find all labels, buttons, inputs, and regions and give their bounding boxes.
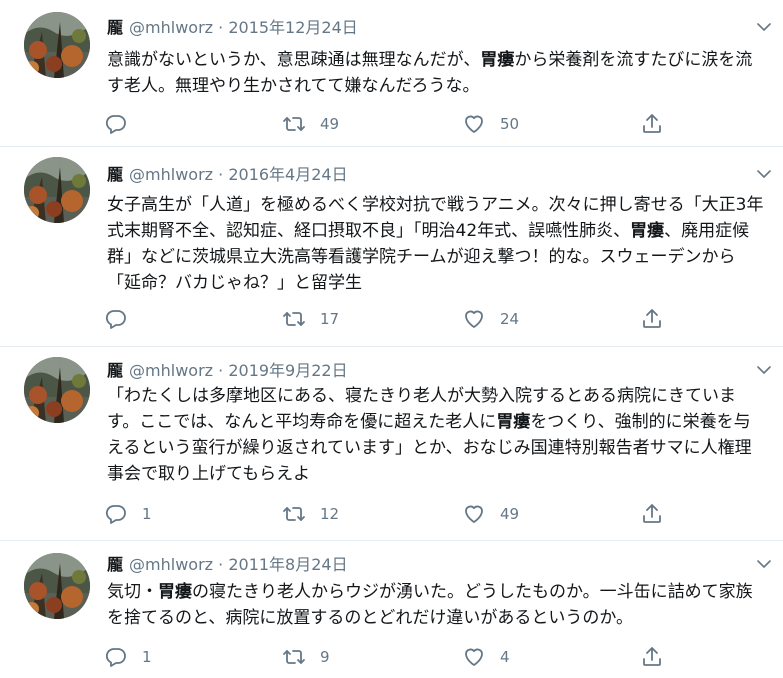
tweet-actions: 1 9 4 xyxy=(104,645,684,669)
user-handle[interactable]: @mhlworz xyxy=(129,165,213,184)
tweet-actions: 49 50 xyxy=(104,112,684,136)
avatar[interactable] xyxy=(24,12,90,78)
retweet-icon xyxy=(282,502,306,526)
reply-count: 1 xyxy=(142,505,152,523)
heart-icon xyxy=(462,112,486,136)
like-button[interactable]: 50 xyxy=(462,112,519,136)
reply-icon xyxy=(104,307,128,331)
display-name[interactable]: 龎 xyxy=(107,555,123,574)
like-count: 50 xyxy=(500,115,520,133)
chevron-down-icon[interactable] xyxy=(757,365,771,375)
highlight-term: 胃瘻 xyxy=(158,582,192,602)
user-handle[interactable]: @mhlworz xyxy=(129,361,213,380)
display-name[interactable]: 龎 xyxy=(107,361,123,380)
tweet-date[interactable]: 2016年4月24日 xyxy=(228,165,347,184)
tweet-text: 意識がないというか、意思疎通は無理なんだが、胃瘻から栄養剤を流すたびに涙を流す老… xyxy=(107,50,753,96)
tweet-date[interactable]: 2011年8月24日 xyxy=(228,555,347,574)
retweet-count: 9 xyxy=(320,648,330,666)
tweet-actions: 17 24 xyxy=(104,307,684,331)
reply-count: 1 xyxy=(142,648,152,666)
share-icon xyxy=(640,307,664,331)
like-count: 4 xyxy=(500,648,510,666)
reply-icon xyxy=(104,645,128,669)
separator: · xyxy=(218,361,224,380)
tweet-actions: 1 12 49 xyxy=(104,502,684,526)
heart-icon xyxy=(462,307,486,331)
retweet-button[interactable]: 12 xyxy=(282,502,339,526)
tweet-text: 女子高生が「人道」を極めるべく学校対抗で戦うアニメ。次々に押し寄せる「大正3年式… xyxy=(107,195,764,293)
share-icon xyxy=(640,502,664,526)
like-count: 24 xyxy=(500,310,520,328)
display-name[interactable]: 龎 xyxy=(107,18,123,37)
heart-icon xyxy=(462,645,486,669)
chevron-down-icon[interactable] xyxy=(757,22,771,32)
chevron-down-icon[interactable] xyxy=(757,559,771,569)
avatar[interactable] xyxy=(24,357,90,423)
retweet-icon xyxy=(282,307,306,331)
separator: · xyxy=(218,165,224,184)
user-handle[interactable]: @mhlworz xyxy=(129,18,213,37)
retweet-button[interactable]: 9 xyxy=(282,645,330,669)
share-icon xyxy=(640,645,664,669)
share-button[interactable] xyxy=(640,307,664,331)
reply-button[interactable]: 1 xyxy=(104,645,152,669)
separator: · xyxy=(218,555,224,574)
retweet-icon xyxy=(282,112,306,136)
highlight-term: 胃瘻 xyxy=(630,221,665,241)
tweet-header: 龎 @mhlworz · 2015年12月24日 xyxy=(107,18,358,38)
reply-button[interactable] xyxy=(104,112,142,136)
retweet-count: 17 xyxy=(320,310,340,328)
share-button[interactable] xyxy=(640,502,664,526)
tweet-date[interactable]: 2015年12月24日 xyxy=(228,18,357,37)
like-count: 49 xyxy=(500,505,520,523)
reply-icon xyxy=(104,502,128,526)
tweet[interactable]: 龎 @mhlworz · 2015年12月24日 意識がないというか、意思疎通は無… xyxy=(0,0,783,147)
like-button[interactable]: 24 xyxy=(462,307,519,331)
tweet-header: 龎 @mhlworz · 2016年4月24日 xyxy=(107,165,348,185)
user-handle[interactable]: @mhlworz xyxy=(129,555,213,574)
retweet-button[interactable]: 49 xyxy=(282,112,339,136)
tweet[interactable]: 龎 @mhlworz · 2019年9月22日 「わたくしは多摩地区にある、寝たき… xyxy=(0,347,783,541)
retweet-count: 12 xyxy=(320,505,340,523)
share-icon xyxy=(640,112,664,136)
separator: · xyxy=(218,18,224,37)
retweet-icon xyxy=(282,645,306,669)
chevron-down-icon[interactable] xyxy=(757,169,771,179)
tweet-text: 「わたくしは多摩地区にある、寝たきり老人が大勢入院するとある病院にきています。こ… xyxy=(107,386,752,484)
tweet[interactable]: 龎 @mhlworz · 2016年4月24日 女子高生が「人道」を極めるべく学校… xyxy=(0,147,783,347)
retweet-button[interactable]: 17 xyxy=(282,307,339,331)
display-name[interactable]: 龎 xyxy=(107,165,123,184)
avatar[interactable] xyxy=(24,157,90,223)
share-button[interactable] xyxy=(640,112,664,136)
share-button[interactable] xyxy=(640,645,664,669)
tweet-date[interactable]: 2019年9月22日 xyxy=(228,361,347,380)
like-button[interactable]: 49 xyxy=(462,502,519,526)
tweet-header: 龎 @mhlworz · 2011年8月24日 xyxy=(107,555,348,575)
avatar[interactable] xyxy=(24,553,90,619)
tweet[interactable]: 龎 @mhlworz · 2011年8月24日 気切・胃瘻の寝たきり老人からウジが… xyxy=(0,541,783,678)
tweet-header: 龎 @mhlworz · 2019年9月22日 xyxy=(107,361,348,381)
reply-icon xyxy=(104,112,128,136)
reply-button[interactable]: 1 xyxy=(104,502,152,526)
like-button[interactable]: 4 xyxy=(462,645,510,669)
highlight-term: 胃瘻 xyxy=(496,412,531,432)
tweet-text: 気切・胃瘻の寝たきり老人からウジが湧いた。どうしたものか。一斗缶に詰めて家族を捨… xyxy=(107,582,753,628)
highlight-term: 胃瘻 xyxy=(480,50,515,70)
retweet-count: 49 xyxy=(320,115,340,133)
heart-icon xyxy=(462,502,486,526)
reply-button[interactable] xyxy=(104,307,142,331)
